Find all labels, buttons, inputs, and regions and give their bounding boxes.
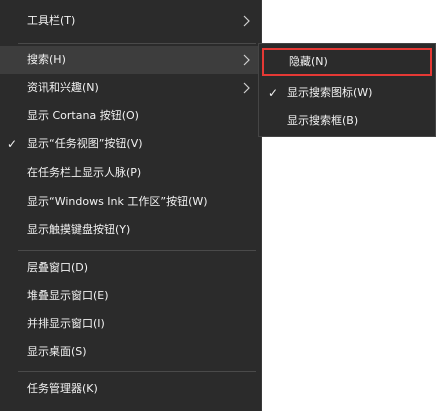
menu-item-side-by-side-windows[interactable]: 并排显示窗口(I) [0,310,262,338]
menu-item-news-interests[interactable]: 资讯和兴趣(N) [0,74,262,102]
menu-item-show-cortana-button[interactable]: 显示 Cortana 按钮(O) [0,102,262,130]
menu-item-label: 资讯和兴趣(N) [27,81,99,94]
chevron-right-icon [243,82,250,94]
menu-item-label: 并排显示窗口(I) [27,317,105,330]
search-submenu: 隐藏(N) ✓ 显示搜索图标(W) 显示搜索框(B) [258,43,436,137]
menu-item-label: 堆叠显示窗口(E) [27,289,109,302]
menu-item-cascade-windows[interactable]: 层叠窗口(D) [0,254,262,282]
menu-item-show-task-view-button[interactable]: ✓ 显示“任务视图”按钮(V) [0,130,262,158]
menu-item-search[interactable]: 搜索(H) [0,46,262,74]
menu-item-show-people[interactable]: 在任务栏上显示人脉(P) [0,159,262,187]
chevron-right-icon [243,15,250,27]
menu-item-task-manager[interactable]: 任务管理器(K) [0,375,262,403]
menu-item-label: 任务管理器(K) [27,382,98,395]
menu-item-label: 层叠窗口(D) [27,261,89,274]
submenu-item-hidden[interactable]: 隐藏(N) [262,48,432,76]
menu-item-stack-windows[interactable]: 堆叠显示窗口(E) [0,282,262,310]
chevron-right-icon [243,54,250,66]
menu-separator [18,250,256,251]
checkmark-icon: ✓ [268,86,279,100]
menu-separator [18,371,256,372]
checkmark-icon: ✓ [7,137,18,151]
menu-item-label: 搜索(H) [27,53,66,66]
menu-item-toolbars[interactable]: 工具栏(T) [0,7,262,35]
taskbar-context-menu: 工具栏(T) 搜索(H) 资讯和兴趣(N) 显示 Cortana 按钮(O) ✓… [0,0,262,411]
menu-item-label: 工具栏(T) [27,14,76,27]
menu-item-show-touch-keyboard[interactable]: 显示触摸键盘按钮(Y) [0,216,262,244]
menu-item-label: 显示“任务视图”按钮(V) [27,137,143,150]
submenu-item-show-search-icon[interactable]: ✓ 显示搜索图标(W) [259,79,435,107]
menu-item-label: 显示“Windows Ink 工作区”按钮(W) [27,195,208,208]
menu-item-label: 显示桌面(S) [27,345,87,358]
menu-item-label: 显示 Cortana 按钮(O) [27,109,139,122]
menu-item-show-windows-ink[interactable]: 显示“Windows Ink 工作区”按钮(W) [0,188,262,216]
submenu-item-label: 显示搜索框(B) [287,114,359,127]
submenu-item-label: 显示搜索图标(W) [287,86,373,99]
menu-item-label: 在任务栏上显示人脉(P) [27,166,142,179]
menu-item-label: 显示触摸键盘按钮(Y) [27,223,131,236]
menu-separator [18,43,256,44]
submenu-item-label: 隐藏(N) [289,55,328,68]
menu-item-show-desktop[interactable]: 显示桌面(S) [0,338,262,366]
submenu-item-show-search-box[interactable]: 显示搜索框(B) [259,107,435,135]
